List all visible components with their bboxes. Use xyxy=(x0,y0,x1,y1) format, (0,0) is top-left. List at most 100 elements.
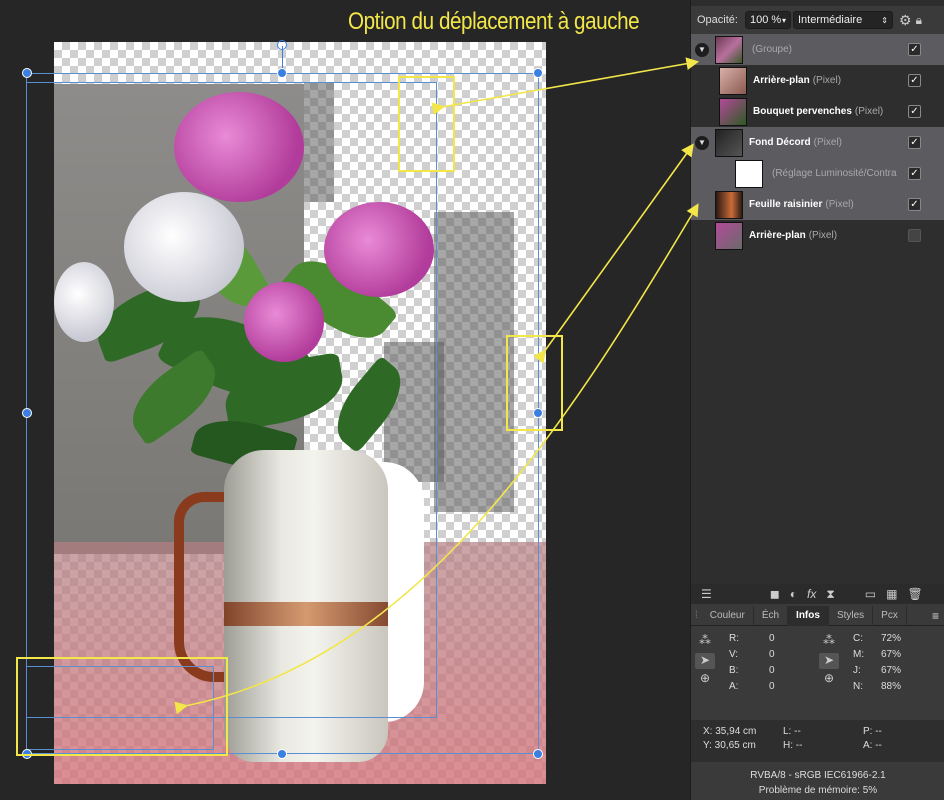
tab-0[interactable]: Couleur xyxy=(702,605,754,626)
length-readout: L: -- xyxy=(783,726,801,737)
layer-row[interactable]: (Réglage Luminosité/Contra ✓ xyxy=(691,158,944,189)
channel-value: 67% xyxy=(881,649,902,660)
right-panel: Opacité: 100 % ▾ Intermédiaire ⇕ ⚙ 🔒︎ ▼ (… xyxy=(690,0,944,800)
layer-thumbnail xyxy=(719,66,747,95)
visibility-checkbox[interactable]: ✓ xyxy=(908,198,921,211)
visibility-checkbox[interactable]: ✓ xyxy=(908,43,921,56)
resize-handle-top-left[interactable] xyxy=(22,68,32,78)
height-readout: H: -- xyxy=(783,740,803,751)
folder-icon[interactable]: ▭ xyxy=(865,587,876,601)
color-channels-icon[interactable]: ⁂ xyxy=(819,633,839,649)
layer-name-text: Arrière-plan xyxy=(753,75,810,86)
visibility-checkbox[interactable]: ✓ xyxy=(908,229,921,242)
panel-tabs: ⁞ Couleur Éch Infos Styles Pcx ≡ xyxy=(691,605,944,626)
layer-row[interactable]: ▼ Fond Décord (Pixel) ✓ xyxy=(691,127,944,158)
annotation-box xyxy=(398,76,455,172)
crosshair-icon[interactable]: ⊕ xyxy=(695,671,715,687)
x-coordinate: X: 35,94 cm xyxy=(703,726,757,737)
layer-name: Bouquet pervenches (Pixel) xyxy=(753,106,883,117)
layer-thumbnail xyxy=(715,128,743,157)
rotation-handle[interactable] xyxy=(277,40,287,50)
channel-value: 0 xyxy=(769,665,775,676)
layer-name: Feuille raisinier (Pixel) xyxy=(749,199,854,210)
inner-layer-bounds xyxy=(26,82,437,718)
pointer-icon[interactable]: ➤ xyxy=(695,653,715,669)
layer-type-text: (Pixel) xyxy=(808,230,838,241)
annotation-title: Option du déplacement à gauche xyxy=(348,8,640,35)
resize-handle-top[interactable] xyxy=(277,68,287,78)
angle-readout: A: -- xyxy=(863,740,882,751)
mask-icon[interactable]: ◼ xyxy=(770,587,780,601)
y-coordinate: Y: 30,65 cm xyxy=(703,740,756,751)
adjustment-icon[interactable]: ◐ xyxy=(790,587,797,601)
gear-icon[interactable]: ⚙ xyxy=(899,12,912,29)
blend-mode-select[interactable]: Intermédiaire ⇕ xyxy=(793,11,893,29)
lock-icon[interactable]: 🔒︎ xyxy=(916,13,922,28)
trash-icon[interactable]: 🗑︎ xyxy=(907,587,922,601)
channel-label: M: xyxy=(853,649,865,660)
opacity-field[interactable]: 100 % ▾ xyxy=(745,11,791,29)
info-panel: ⁂ ➤ ⊕ ⁂ ➤ ⊕ R: 0 V: 0 B: 0 A: 0 C: 72% M: 67% J: 67% N… xyxy=(691,627,944,717)
channel-label: R: xyxy=(729,633,739,644)
grip-icon[interactable]: ⁞ xyxy=(691,610,702,621)
fx-icon[interactable]: fx xyxy=(807,587,816,601)
resize-handle-left[interactable] xyxy=(22,408,32,418)
channel-value: 72% xyxy=(881,633,902,644)
panel-top-strip xyxy=(691,0,944,6)
resize-handle-bottom-right[interactable] xyxy=(533,749,543,759)
layer-name: (Groupe) xyxy=(749,44,792,55)
channel-label: J: xyxy=(853,665,861,676)
layers-list: ▼ (Groupe) ✓ Arrière-plan (Pixel) ✓ Bouquet pe… xyxy=(691,34,944,584)
checker-icon[interactable]: ▦ xyxy=(886,587,897,601)
layer-type-text: (Pixel) xyxy=(812,75,842,86)
annotation-box xyxy=(16,657,228,756)
visibility-checkbox[interactable]: ✓ xyxy=(908,167,921,180)
crosshair-icon[interactable]: ⊕ xyxy=(819,671,839,687)
layer-row[interactable]: Feuille raisinier (Pixel) ✓ xyxy=(691,189,944,220)
tab-1[interactable]: Éch xyxy=(754,605,789,626)
layers-stack-icon[interactable]: ☰ xyxy=(701,587,712,601)
visibility-checkbox[interactable]: ✓ xyxy=(908,74,921,87)
channel-label: B: xyxy=(729,665,739,676)
layer-type-text: (Pixel) xyxy=(825,199,854,210)
layer-name-text: Arrière-plan xyxy=(749,230,806,241)
visibility-checkbox[interactable]: ✓ xyxy=(908,105,921,118)
channel-value: 67% xyxy=(881,665,902,676)
blend-mode-value: Intermédiaire xyxy=(798,14,863,26)
layer-thumbnail xyxy=(715,35,743,64)
layer-name-text: Bouquet pervenches xyxy=(753,106,852,117)
resize-handle-bottom[interactable] xyxy=(277,749,287,759)
tab-4[interactable]: Pcx xyxy=(873,605,907,626)
layer-row[interactable]: Arrière-plan(Pixel) ✓ xyxy=(691,65,944,96)
layer-name: Arrière-plan (Pixel) xyxy=(753,75,841,86)
hourglass-icon[interactable]: ⧗ xyxy=(826,587,834,602)
p-readout: P: -- xyxy=(863,726,882,737)
layer-row[interactable]: Bouquet pervenches (Pixel) ✓ xyxy=(691,96,944,127)
layer-thumbnail xyxy=(715,190,743,219)
status-area: RVBA/8 - sRGB IEC61966-2.1 Problème de m… xyxy=(691,764,944,800)
layer-thumbnail xyxy=(735,159,763,188)
panel-menu-icon[interactable]: ≡ xyxy=(932,609,939,623)
document-canvas[interactable]: Option du déplacement à gauche xyxy=(0,0,690,800)
resize-handle-top-right[interactable] xyxy=(533,68,543,78)
memory-status: Problème de mémoire: 5% xyxy=(758,785,878,796)
layer-row[interactable]: ▼ (Groupe) ✓ xyxy=(691,34,944,65)
color-channels-icon[interactable]: ⁂ xyxy=(695,633,715,649)
layer-type-text: (Groupe) xyxy=(752,44,793,55)
layer-row[interactable]: Arrière-plan(Pixel) ✓ xyxy=(691,220,944,251)
stepper-icon: ⇕ xyxy=(881,15,888,25)
pointer-icon[interactable]: ➤ xyxy=(819,653,839,669)
visibility-checkbox[interactable]: ✓ xyxy=(908,136,921,149)
channel-value: 88% xyxy=(881,681,902,692)
layer-name: (Réglage Luminosité/Contra xyxy=(769,168,897,179)
layer-thumbnail xyxy=(715,221,743,250)
tab-3[interactable]: Styles xyxy=(829,605,874,626)
channel-value: 0 xyxy=(769,649,775,660)
layer-name-text: Feuille raisinier xyxy=(749,199,823,210)
annotation-box xyxy=(506,335,563,431)
expand-toggle-icon[interactable]: ▼ xyxy=(695,42,709,57)
opacity-label: Opacité: xyxy=(697,14,738,26)
expand-toggle-icon[interactable]: ▼ xyxy=(695,135,709,150)
layer-name: Fond Décord (Pixel) xyxy=(749,137,842,148)
tab-2[interactable]: Infos xyxy=(788,605,829,626)
